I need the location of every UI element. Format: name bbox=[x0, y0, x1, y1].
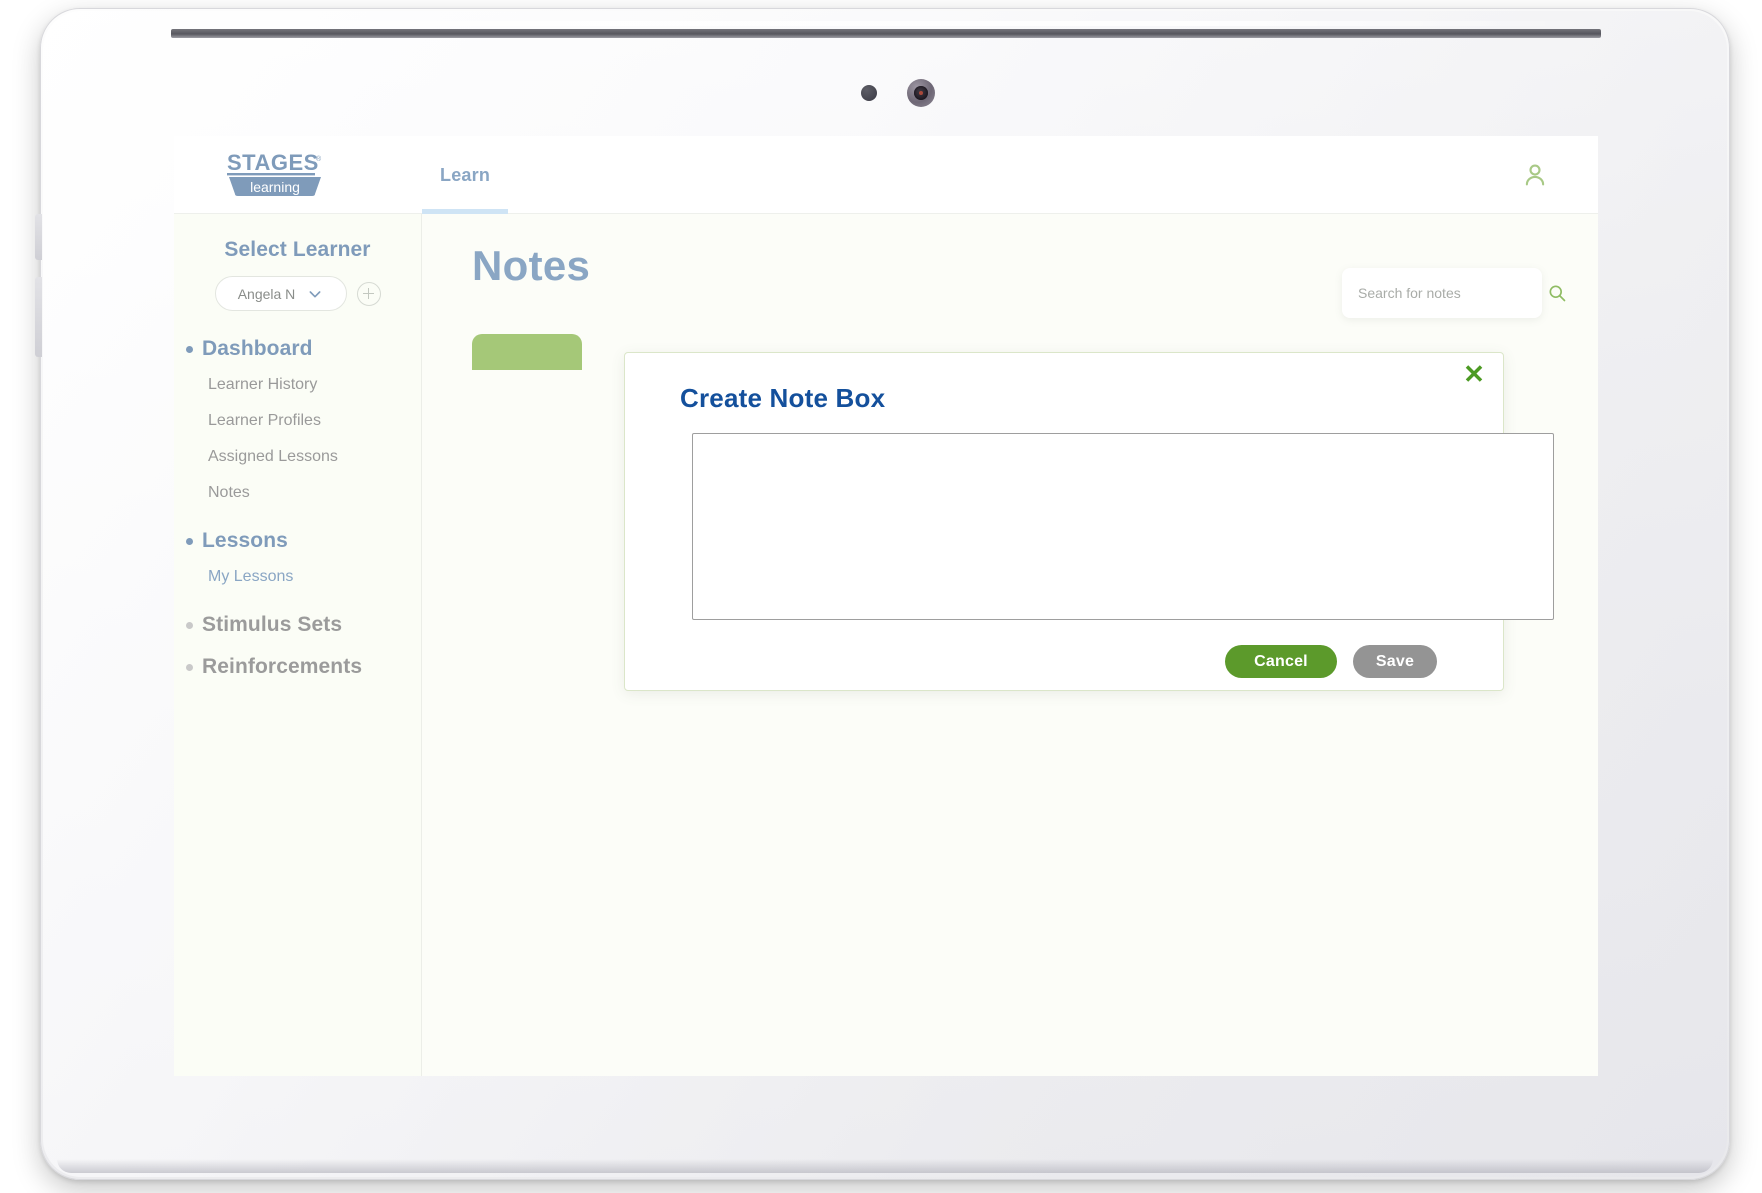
tab-learn[interactable]: Learn bbox=[422, 136, 509, 214]
cancel-button[interactable]: Cancel bbox=[1225, 645, 1337, 678]
create-note-modal: ✕ Create Note Box Cancel Save bbox=[624, 352, 1554, 691]
device-bottom-edge bbox=[57, 1159, 1713, 1173]
learner-select-value: Angela N bbox=[237, 285, 296, 302]
sidebar-group-lessons-label: Lessons bbox=[202, 529, 288, 552]
close-icon[interactable]: ✕ bbox=[1461, 361, 1487, 387]
sidebar-item-my-lessons[interactable]: My Lessons bbox=[174, 559, 421, 595]
volume-button[interactable] bbox=[35, 277, 42, 357]
tab-learn-label: Learn bbox=[440, 164, 491, 185]
sidebar-group-stimulus-sets[interactable]: Stimulus Sets bbox=[174, 613, 421, 637]
search-notes-box bbox=[1342, 268, 1566, 318]
sidebar-group-stimulus-sets-label: Stimulus Sets bbox=[202, 613, 343, 636]
bullet-icon bbox=[186, 345, 193, 353]
sidebar-item-learner-profiles[interactable]: Learner Profiles bbox=[174, 403, 421, 439]
note-textarea[interactable] bbox=[692, 433, 1554, 620]
bezel-highlight bbox=[161, 21, 1611, 26]
speaker-strip bbox=[171, 29, 1601, 38]
front-camera-icon bbox=[907, 79, 935, 107]
header-nav-tabs: Learn bbox=[422, 136, 509, 214]
sidebar-item-assigned-lessons[interactable]: Assigned Lessons bbox=[174, 439, 421, 475]
chevron-down-icon bbox=[309, 290, 321, 297]
tablet-device-frame: STAGES ® learning Learn Select Learner A… bbox=[35, 8, 1730, 1180]
select-learner-title: Select Learner bbox=[224, 238, 371, 261]
sidebar: Select Learner Angela N Dashboard Learne… bbox=[174, 214, 422, 1076]
sidebar-group-lessons[interactable]: Lessons bbox=[174, 529, 421, 553]
add-learner-plus-icon[interactable] bbox=[356, 281, 381, 306]
sidebar-item-notes[interactable]: Notes bbox=[174, 475, 421, 511]
bullet-icon bbox=[186, 663, 193, 671]
page-body: Select Learner Angela N Dashboard Learne… bbox=[174, 214, 1598, 1076]
main-content: Notes ✕ Create Note Box Cancel Save bbox=[422, 214, 1598, 1076]
sidebar-group-dashboard[interactable]: Dashboard bbox=[174, 337, 421, 361]
sidebar-group-reinforcements-label: Reinforcements bbox=[202, 655, 363, 678]
app-header: STAGES ® learning Learn bbox=[174, 136, 1598, 214]
modal-action-buttons: Cancel Save bbox=[1225, 645, 1437, 678]
user-account-icon[interactable] bbox=[1520, 160, 1550, 190]
tablet-screen: STAGES ® learning Learn Select Learner A… bbox=[174, 136, 1598, 1076]
bullet-icon bbox=[186, 621, 193, 629]
create-note-tab[interactable] bbox=[472, 334, 582, 370]
learner-selector-row: Angela N bbox=[174, 276, 421, 311]
svg-text:learning: learning bbox=[250, 179, 300, 195]
sidebar-group-dashboard-label: Dashboard bbox=[202, 337, 313, 360]
modal-title: Create Note Box bbox=[680, 383, 886, 413]
svg-text:STAGES: STAGES bbox=[227, 150, 319, 175]
learner-select-dropdown[interactable]: Angela N bbox=[214, 276, 347, 311]
bullet-icon bbox=[186, 537, 193, 545]
proximity-sensor-icon bbox=[861, 85, 877, 101]
search-icon[interactable] bbox=[1547, 283, 1567, 303]
page-title: Notes bbox=[472, 242, 591, 289]
stages-learning-logo: STAGES ® learning bbox=[223, 148, 343, 204]
power-button[interactable] bbox=[35, 214, 42, 260]
sidebar-group-reinforcements[interactable]: Reinforcements bbox=[174, 655, 421, 679]
search-input[interactable] bbox=[1358, 285, 1539, 301]
sidebar-item-learner-history[interactable]: Learner History bbox=[174, 367, 421, 403]
save-button[interactable]: Save bbox=[1353, 645, 1437, 678]
svg-text:®: ® bbox=[316, 155, 322, 163]
